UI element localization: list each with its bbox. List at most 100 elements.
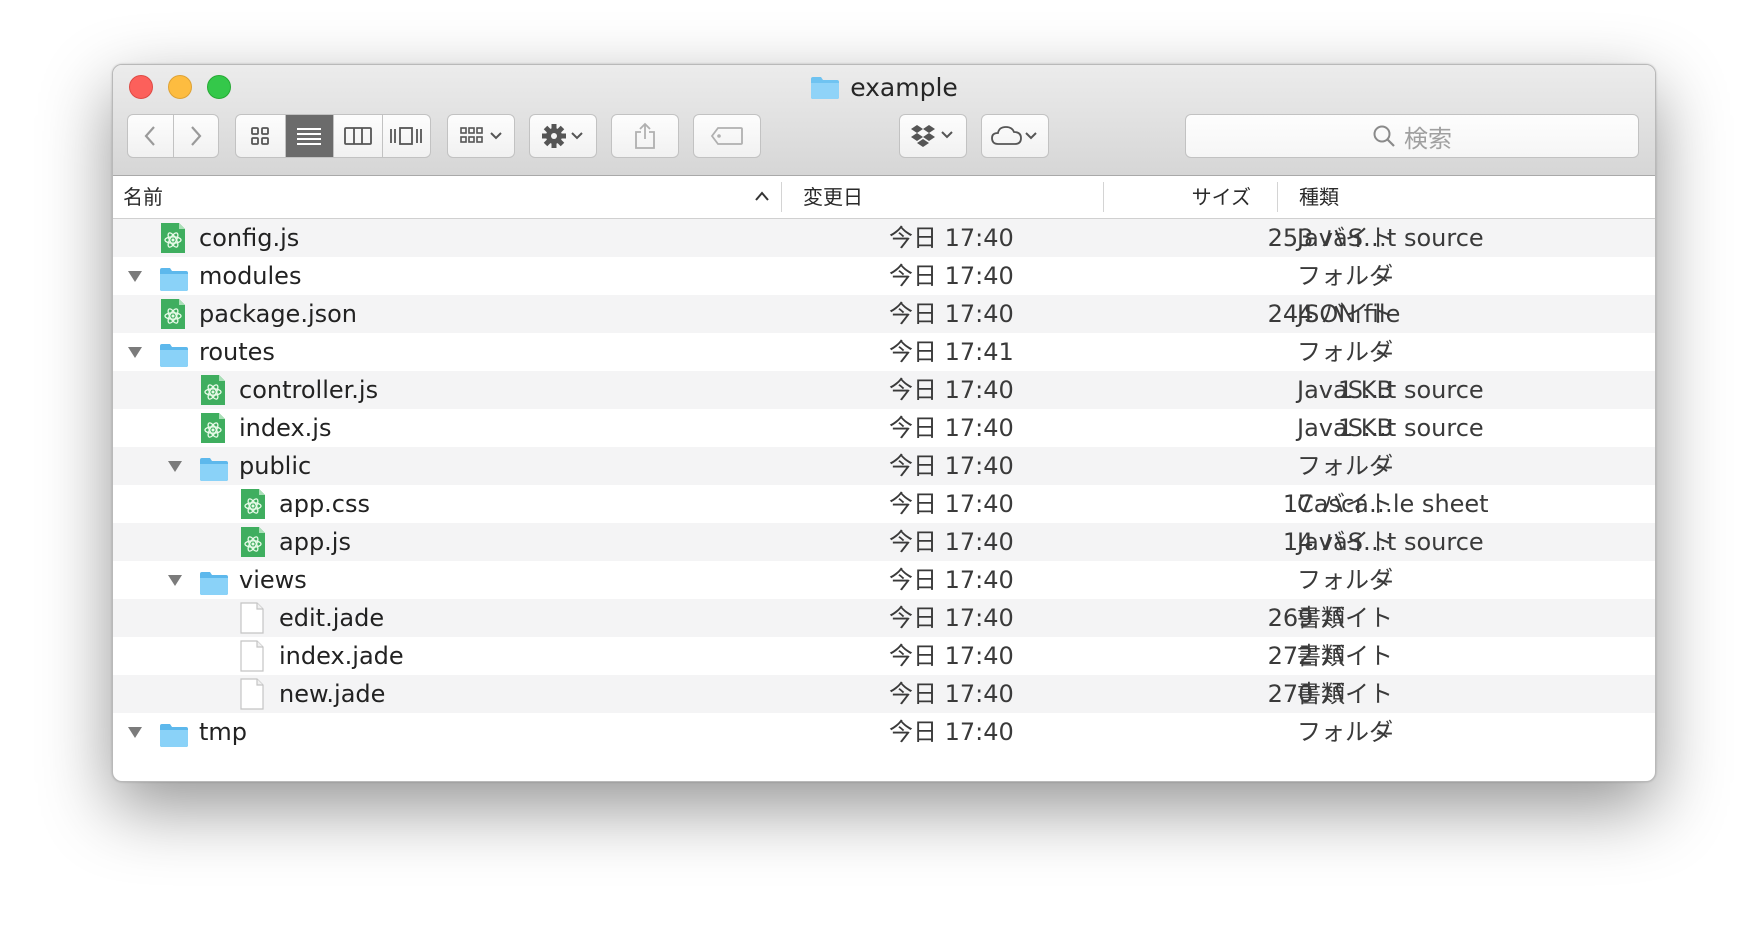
modified-date: 今日 17:40 xyxy=(889,414,1014,442)
dropbox-button[interactable] xyxy=(899,114,967,158)
coverflow-view-icon xyxy=(390,127,423,145)
title-bar: example 検索 xyxy=(113,65,1655,176)
cover-flow-view-button[interactable] xyxy=(381,115,431,157)
modified-date: 今日 17:40 xyxy=(889,376,1014,404)
modified-date: 今日 17:40 xyxy=(889,604,1014,632)
file-row[interactable]: controller.js 今日 17:40 1 KB JavaS…t sour… xyxy=(113,371,1655,409)
disclosure-triangle[interactable] xyxy=(125,257,145,295)
file-row[interactable]: new.jade 今日 17:40 270 バイト 書類 xyxy=(113,675,1655,713)
file-name-cell: routes xyxy=(159,333,275,371)
modified-date: 今日 17:40 xyxy=(889,528,1014,556)
file-kind: フォルダ xyxy=(1297,566,1393,594)
file-name: app.css xyxy=(279,490,371,518)
file-row[interactable]: views 今日 17:40 -- フォルダ xyxy=(113,561,1655,599)
column-header-modified-label: 変更日 xyxy=(803,185,863,209)
arrange-icon xyxy=(460,127,502,143)
document-icon xyxy=(239,677,269,711)
file-size: 269 バイト xyxy=(1267,604,1393,632)
view-mode-control xyxy=(235,114,431,158)
file-size: 270 バイト xyxy=(1267,680,1393,708)
column-header-kind[interactable]: 種類 xyxy=(1299,176,1499,218)
arrange-button[interactable] xyxy=(447,114,515,158)
file-name-cell: new.jade xyxy=(239,675,385,713)
tag-icon xyxy=(710,127,743,145)
file-row[interactable]: index.jade 今日 17:40 272 バイト 書類 xyxy=(113,637,1655,675)
modified-date: 今日 17:40 xyxy=(889,718,1014,746)
file-name-cell: package.json xyxy=(159,295,357,333)
file-kind: 書類 xyxy=(1297,680,1345,708)
navigation-buttons xyxy=(127,114,219,158)
forward-button[interactable] xyxy=(172,115,218,157)
dropbox-icon xyxy=(911,125,953,147)
search-field[interactable]: 検索 xyxy=(1185,114,1639,158)
disclosure-triangle-icon xyxy=(128,727,142,738)
file-kind: フォルダ xyxy=(1297,338,1393,366)
disclosure-triangle[interactable] xyxy=(125,333,145,371)
file-row[interactable]: app.css 今日 17:40 17 バイト Casca…le sheet xyxy=(113,485,1655,523)
document-icon xyxy=(239,639,269,673)
file-row[interactable]: tmp 今日 17:40 -- フォルダ xyxy=(113,713,1655,751)
column-divider[interactable] xyxy=(1277,182,1278,212)
file-kind: フォルダ xyxy=(1297,262,1393,290)
column-view-button[interactable] xyxy=(333,115,382,157)
gear-icon xyxy=(542,124,583,148)
share-button[interactable] xyxy=(611,114,679,158)
column-divider[interactable] xyxy=(1103,182,1104,212)
disclosure-triangle[interactable] xyxy=(165,561,185,599)
column-header-size[interactable]: サイズ xyxy=(1105,176,1251,218)
list-view-icon xyxy=(297,128,322,145)
file-name: edit.jade xyxy=(279,604,385,632)
file-row[interactable]: modules 今日 17:40 -- フォルダ xyxy=(113,257,1655,295)
file-row[interactable]: routes 今日 17:41 -- フォルダ xyxy=(113,333,1655,371)
column-header-name[interactable]: 名前 xyxy=(123,176,783,218)
folder-icon xyxy=(199,449,229,483)
atom-file-icon xyxy=(199,373,229,407)
modified-date: 今日 17:41 xyxy=(889,338,1014,366)
file-row[interactable]: config.js 今日 17:40 253 バイト JavaS…t sourc… xyxy=(113,219,1655,257)
file-name-cell: tmp xyxy=(159,713,247,751)
folder-icon xyxy=(159,259,189,293)
file-row[interactable]: package.json 今日 17:40 244 バイト JSON file xyxy=(113,295,1655,333)
file-row[interactable]: edit.jade 今日 17:40 269 バイト 書類 xyxy=(113,599,1655,637)
document-icon xyxy=(239,601,269,635)
modified-date: 今日 17:40 xyxy=(889,452,1014,480)
disclosure-triangle[interactable] xyxy=(125,713,145,751)
file-kind: JSON file xyxy=(1297,300,1401,328)
column-header-modified[interactable]: 変更日 xyxy=(803,176,1103,218)
file-name: controller.js xyxy=(239,376,379,404)
column-header-kind-label: 種類 xyxy=(1299,185,1339,209)
file-row[interactable]: index.js 今日 17:40 1 KB JavaS…t source xyxy=(113,409,1655,447)
action-button[interactable] xyxy=(529,114,597,158)
back-button[interactable] xyxy=(128,115,173,157)
file-list: config.js 今日 17:40 253 バイト JavaS…t sourc… xyxy=(113,219,1655,751)
list-view-button[interactable] xyxy=(284,115,333,157)
cloud-button[interactable] xyxy=(981,114,1049,158)
atom-file-icon xyxy=(239,487,269,521)
icon-view-icon xyxy=(251,127,270,145)
disclosure-triangle-icon xyxy=(168,461,182,472)
search-icon xyxy=(1373,125,1395,147)
file-name-cell: edit.jade xyxy=(239,599,384,637)
file-row[interactable]: public 今日 17:40 -- フォルダ xyxy=(113,447,1655,485)
file-kind: Casca…le sheet xyxy=(1297,490,1489,518)
disclosure-triangle-icon xyxy=(128,347,142,358)
chevron-left-icon xyxy=(145,126,156,146)
folder-icon xyxy=(810,76,840,107)
atom-file-icon xyxy=(159,221,189,255)
file-row[interactable]: app.js 今日 17:40 14 バイト JavaS…t source xyxy=(113,523,1655,561)
file-name-cell: public xyxy=(199,447,311,485)
file-kind: 書類 xyxy=(1297,604,1345,632)
atom-file-icon xyxy=(159,297,189,331)
tags-button[interactable] xyxy=(693,114,761,158)
file-name: package.json xyxy=(199,300,358,328)
file-size: 272 バイト xyxy=(1267,642,1393,670)
file-name: config.js xyxy=(199,224,300,252)
file-name: tmp xyxy=(199,718,248,746)
cloud-icon xyxy=(991,126,1037,145)
column-divider[interactable] xyxy=(781,182,782,212)
icon-view-button[interactable] xyxy=(236,115,285,157)
disclosure-triangle[interactable] xyxy=(165,447,185,485)
file-kind: フォルダ xyxy=(1297,718,1393,746)
atom-file-icon xyxy=(239,525,269,559)
file-name: public xyxy=(239,452,312,480)
